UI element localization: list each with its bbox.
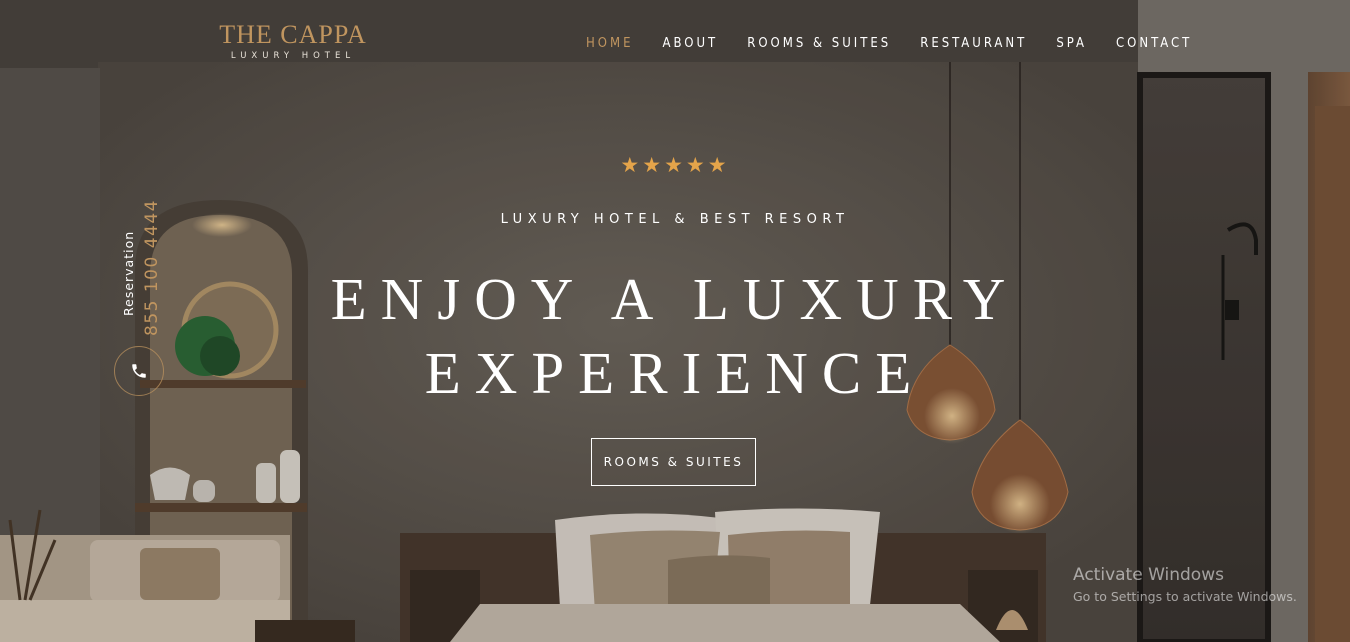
- nav-item-rooms-suites[interactable]: ROOMS & SUITES: [747, 36, 891, 51]
- brand-logo[interactable]: THE CAPPA LUXURY HOTEL: [214, 20, 372, 61]
- hero-headline: ENJOY A LUXURY EXPERIENCE: [0, 262, 1350, 410]
- rooms-suites-button[interactable]: ROOMS & SUITES: [591, 438, 756, 486]
- main-nav: HOME ABOUT ROOMS & SUITES RESTAURANT SPA…: [586, 36, 1221, 51]
- nav-item-contact[interactable]: CONTACT: [1116, 36, 1192, 51]
- activate-windows-watermark: Activate Windows Go to Settings to activ…: [1073, 565, 1297, 604]
- watermark-title: Activate Windows: [1073, 565, 1224, 585]
- nav-item-home[interactable]: HOME: [586, 36, 633, 51]
- rating-stars: ★★★★★: [620, 153, 730, 177]
- watermark-subtitle: Go to Settings to activate Windows.: [1073, 589, 1297, 604]
- nav-item-about[interactable]: ABOUT: [662, 36, 718, 51]
- brand-title: THE CAPPA: [219, 20, 367, 49]
- hero-section: THE CAPPA LUXURY HOTEL HOME ABOUT ROOMS …: [0, 0, 1350, 642]
- nav-item-restaurant[interactable]: RESTAURANT: [920, 36, 1027, 51]
- hero-headline-line-2: EXPERIENCE: [424, 340, 926, 406]
- brand-subtitle: LUXURY HOTEL: [230, 51, 356, 61]
- nav-item-spa[interactable]: SPA: [1056, 36, 1087, 51]
- hero-kicker: LUXURY HOTEL & BEST RESORT: [500, 212, 850, 227]
- hero-headline-line-1: ENJOY A LUXURY: [330, 266, 1020, 332]
